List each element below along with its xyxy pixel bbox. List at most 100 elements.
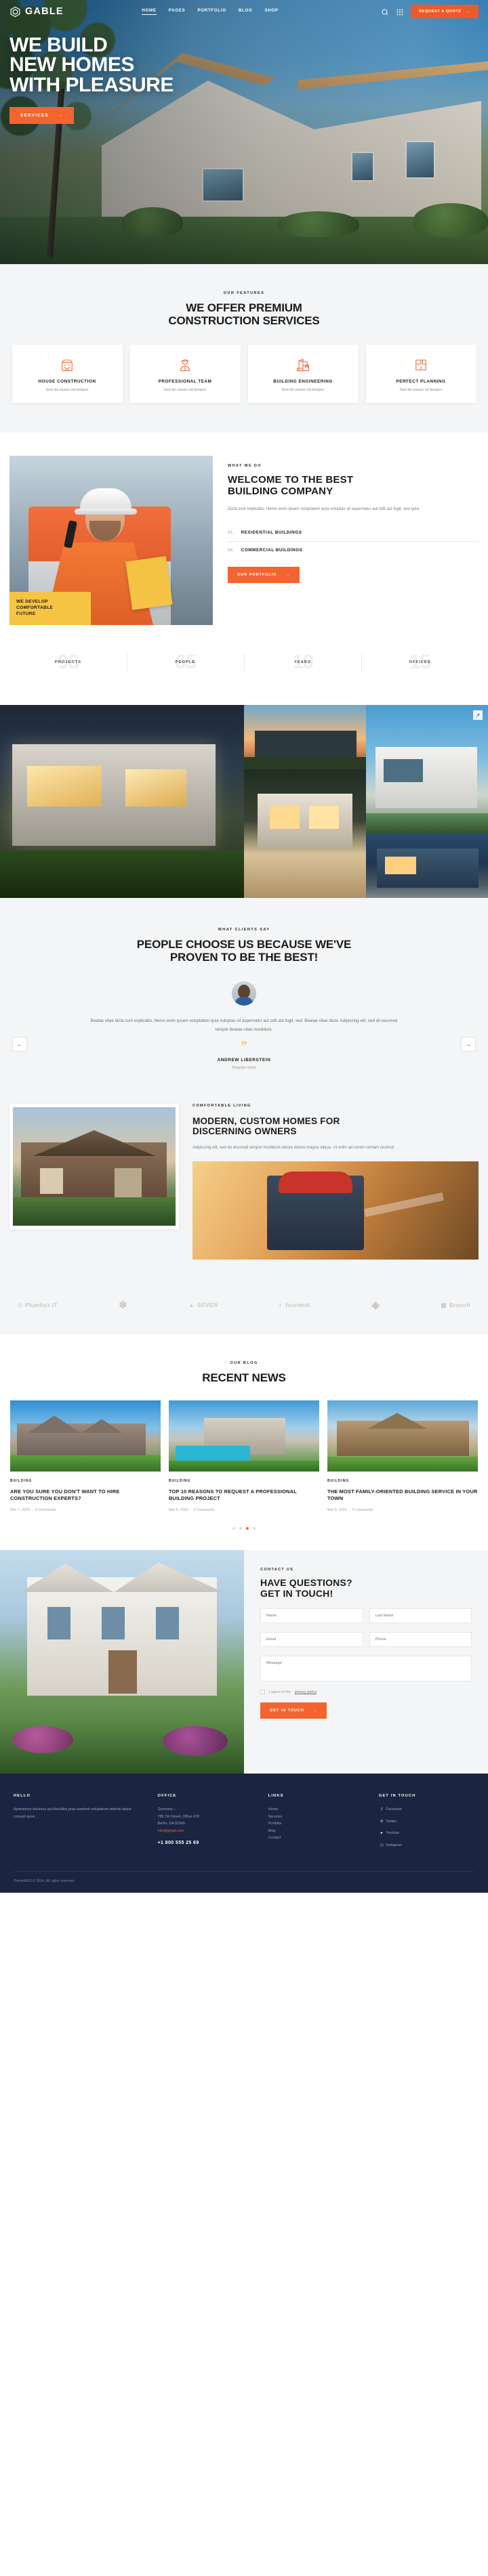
news-card[interactable]: BUILDING ARE YOU SURE YOU DON'T WANT TO …	[10, 1400, 161, 1512]
portfolio-tile[interactable]: ↗	[366, 705, 488, 834]
social-link-twitter[interactable]: ✆ Twitter	[379, 1818, 474, 1826]
footer-link-contact[interactable]: Contact	[268, 1834, 364, 1842]
nav-item-blog[interactable]: BLOG	[239, 8, 253, 15]
welcome-title-line2: BUILDING COMPANY	[228, 486, 333, 497]
partner-logo[interactable]: ◇ Plumbyz IT	[18, 1302, 58, 1309]
portfolio-tile[interactable]	[244, 769, 366, 899]
accordion-item-commercial[interactable]: 02. COMMERCIAL BUILDINGS	[228, 542, 479, 559]
features-title: WE OFFER PREMIUM CONSTRUCTION SERVICES	[0, 301, 488, 327]
hero-title-line2: NEW HOMES	[9, 53, 134, 77]
message-field[interactable]	[260, 1656, 472, 1682]
fourmidt-logo-icon: ◐	[279, 1302, 283, 1309]
testimonial-next-button[interactable]: →	[461, 1037, 476, 1052]
about-title-line2: DISCERNING OWNERS	[192, 1126, 297, 1137]
portfolio-tile[interactable]	[244, 705, 366, 770]
site-logo[interactable]: GABLE	[9, 6, 64, 18]
welcome-image-banner: WE DEVELOP COMFORTABLE FUTURE	[9, 592, 91, 626]
news-card[interactable]: BUILDING THE MOST FAMILY-ORIENTED BUILDI…	[327, 1400, 478, 1512]
welcome-title-line1: WELCOME TO THE BEST	[228, 474, 354, 486]
footer-links-title: LINKS	[268, 1794, 284, 1799]
footer-office-title: OFFICE	[157, 1794, 177, 1799]
footer-about-title: HELLO	[14, 1794, 31, 1799]
news-card-title[interactable]: TOP 10 REASONS TO REQUEST A PROFESSIONAL…	[169, 1488, 319, 1502]
news-cards: BUILDING ARE YOU SURE YOU DON'T WANT TO …	[0, 1400, 488, 1512]
contact-submit-button[interactable]: GET IN TOUCH →	[260, 1702, 327, 1719]
consent-checkbox-row[interactable]: I agree to the privacy policy	[260, 1690, 472, 1695]
nav-item-pages[interactable]: PAGES	[169, 8, 186, 15]
partner-logo[interactable]: ◐ fourmidt	[279, 1302, 310, 1308]
portfolio-tile[interactable]	[366, 834, 488, 899]
our-portfolio-button[interactable]: OUR PORTFOLIO →	[228, 567, 300, 584]
expand-arrow-icon[interactable]: ↗	[473, 710, 483, 721]
search-icon[interactable]	[381, 7, 389, 16]
feature-card[interactable]: PROFESSIONAL TEAM Sed do eiusm od tempor	[129, 345, 241, 404]
request-quote-button[interactable]: REQUEST A QUOTE →	[411, 5, 479, 18]
grid-menu-icon[interactable]	[396, 7, 404, 16]
news-thumbnail	[10, 1400, 161, 1472]
footer-email-link[interactable]: info@gmail.com	[158, 1828, 253, 1835]
footer-columns: HELLO Apriestines ducimus qui blanditiis…	[14, 1794, 474, 1853]
news-card-title[interactable]: ARE YOU SURE YOU DON'T WANT TO HIRE CONS…	[10, 1488, 161, 1502]
partner-logo[interactable]: ▲ SEVEN	[188, 1302, 218, 1308]
testimonial-quote: Beatae vitae dicta sunt explicabo. Nemo …	[90, 1018, 398, 1033]
about-paragraph: Adipiscing elit, sed do eiusmod tempor i…	[192, 1145, 395, 1150]
nav-item-portfolio[interactable]: PORTFOLIO	[197, 8, 226, 15]
phone-field[interactable]	[369, 1632, 472, 1648]
feature-card[interactable]: HOUSE CONSTRUCTION Sed do eiusm od tempo…	[12, 345, 123, 404]
accordion-item-residential[interactable]: 01. RESIDENTIAL BUILDINGS	[228, 524, 479, 542]
feature-text: Sed do eiusm od tempor	[163, 388, 207, 393]
portfolio-grid: ↗	[0, 705, 488, 899]
social-label: Twitter	[386, 1819, 397, 1824]
news-card[interactable]: BUILDING TOP 10 REASONS TO REQUEST A PRO…	[169, 1400, 319, 1512]
features-kicker: OUR FEATURES	[223, 291, 265, 295]
footer-office: OFFICE Germany – 785 7th Street, Office …	[158, 1794, 253, 1853]
news-date: Mar 6, 2023	[169, 1508, 188, 1513]
feature-card[interactable]: BUILDING ENGINEERING Sed do eiusm od tem…	[247, 345, 359, 404]
contact-title-line1: HAVE QUESTIONS?	[260, 1577, 352, 1589]
accordion-number: 02.	[228, 548, 234, 553]
contact-submit-label: GET IN TOUCH	[270, 1709, 304, 1713]
testimonial-prev-button[interactable]: ←	[12, 1037, 27, 1052]
social-link-youtube[interactable]: ► Youtube	[379, 1830, 474, 1837]
contact-title-line2: GET IN TOUCH!	[260, 1588, 333, 1600]
partner-logo[interactable]: ❄	[119, 1299, 127, 1311]
twitter-icon: ✆	[380, 1819, 384, 1824]
social-link-facebook[interactable]: ƒ Facebook	[379, 1806, 474, 1813]
carousel-dot[interactable]	[253, 1527, 256, 1530]
nav-item-home[interactable]: HOME	[142, 8, 157, 15]
email-field[interactable]	[260, 1632, 363, 1648]
social-link-instagram[interactable]: ▢ Instagram	[379, 1842, 474, 1849]
carousel-dot[interactable]	[232, 1527, 235, 1530]
partner-name: Branch	[449, 1302, 470, 1309]
facebook-icon: ƒ	[380, 1807, 383, 1812]
arrow-right-icon: →	[312, 1709, 318, 1713]
footer-link-services[interactable]: Services	[268, 1813, 364, 1821]
hero-services-button[interactable]: SERVICES →	[9, 107, 75, 125]
footer-link-home[interactable]: Home	[268, 1806, 364, 1813]
banner-line3: FUTURE	[16, 611, 36, 617]
carousel-dot[interactable]	[239, 1527, 242, 1530]
partner-logo[interactable]: ◈	[371, 1299, 380, 1311]
privacy-policy-link[interactable]: privacy policy	[295, 1690, 317, 1694]
news-card-title[interactable]: THE MOST FAMILY-ORIENTED BUILDING SERVIC…	[327, 1488, 478, 1502]
partner-logo[interactable]: ▩ Branch	[441, 1302, 470, 1309]
news-kicker: OUR BLOG	[230, 1361, 258, 1366]
consent-checkbox[interactable]	[260, 1690, 265, 1695]
nav-item-shop[interactable]: SHOP	[265, 8, 279, 15]
welcome-image: WE DEVELOP COMFORTABLE FUTURE	[9, 456, 213, 626]
news-meta: Mar 6, 2023 · 0 Comments	[169, 1508, 215, 1513]
name-field[interactable]	[260, 1608, 363, 1624]
lastname-field[interactable]	[369, 1608, 472, 1624]
hero-services-label: SERVICES	[20, 113, 49, 119]
main-nav: HOME PAGES PORTFOLIO BLOG SHOP	[115, 8, 279, 15]
footer-link-blog[interactable]: Blog	[268, 1828, 364, 1835]
about-kicker: COMFORTABLE LIVING	[192, 1103, 251, 1108]
portfolio-tile[interactable]	[0, 705, 244, 899]
partner-name: fourmidt	[285, 1302, 310, 1309]
instagram-icon: ▢	[380, 1843, 384, 1847]
carousel-dot-active[interactable]	[246, 1527, 249, 1530]
footer-link-portfolio[interactable]: Portfolio	[268, 1820, 364, 1828]
about-section: COMFORTABLE LIVING MODERN, CUSTOM HOMES …	[0, 1096, 488, 1283]
footer-phone[interactable]: +1 800 555 25 69	[158, 1841, 253, 1845]
feature-card[interactable]: PERFECT PLANNING Sed do eiusm od tempor	[365, 345, 476, 404]
